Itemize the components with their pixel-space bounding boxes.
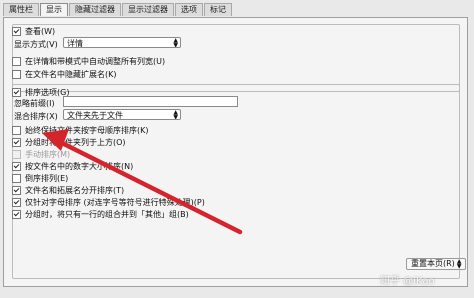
sort-option-row[interactable]: 按文件名中的数字大小排序(N) — [12, 161, 133, 172]
updown-icon: ▲ ▼ — [456, 258, 462, 270]
ignore-prefix-label: 忽略前缀(I) — [14, 99, 55, 108]
watermark: 知乎 @iKao — [380, 276, 435, 287]
merge-single-groups-checkbox[interactable] — [12, 210, 21, 219]
numeric-sort-checkbox[interactable] — [12, 162, 21, 171]
view-mode-label: 显示方式(V) — [14, 40, 58, 49]
sort-checkbox-row[interactable]: 排序选项(G) — [12, 87, 69, 98]
manual-sort-label: 手动排序(M) — [25, 150, 71, 159]
hide-ext-row[interactable]: 在文件名中隐藏扩展名(K) — [12, 69, 117, 80]
hide-ext-label: 在文件名中隐藏扩展名(K) — [25, 70, 117, 79]
merge-single-groups-label: 分组时，将只有一行的组合并到「其他」组(B) — [25, 210, 189, 219]
auto-width-row[interactable]: 在详情和带模式中自动调整所有列宽(U) — [12, 56, 165, 67]
mixed-sort-value: 文件夹先于文件 — [67, 111, 123, 120]
reset-page-button[interactable]: 重置本页(R) ▲ ▼ — [406, 258, 467, 270]
auto-width-label: 在详情和带模式中自动调整所有列宽(U) — [25, 57, 166, 66]
display-settings-panel: 查看(W) 显示方式(V) 详情 ▲ ▼ 在详情和带模式中自动调整所有列宽(U) … — [3, 17, 468, 287]
view-checkbox-label: 查看(W) — [25, 27, 56, 36]
sort-option-row[interactable]: 分组时，将只有一行的组合并到「其他」组(B) — [12, 209, 189, 220]
sort-option-row[interactable]: 倒序排列(E) — [12, 173, 68, 184]
separate-ext-checkbox[interactable] — [12, 186, 21, 195]
tab-attribute-bar[interactable]: 属性栏 — [3, 3, 39, 16]
ignore-prefix-input[interactable] — [63, 96, 238, 107]
alpha-only-label: 仅针对字母排序 (对连字号等符号进行特殊处理)(P) — [25, 198, 205, 207]
folders-alpha-label: 始终保持文件夹按字母顺序排序(K) — [25, 126, 149, 135]
sort-option-row[interactable]: 始终保持文件夹按字母顺序排序(K) — [12, 125, 149, 136]
view-checkbox-row[interactable]: 查看(W) — [12, 26, 55, 37]
tab-display[interactable]: 显示 — [40, 3, 68, 16]
reverse-sort-label: 倒序排列(E) — [25, 174, 69, 183]
tab-hide-filter[interactable]: 隐藏过滤器 — [69, 3, 121, 16]
hide-ext-checkbox[interactable] — [12, 70, 21, 79]
tab-bar: 属性栏 显示 隐藏过滤器 显示过滤器 选项 标记 — [3, 3, 233, 17]
numeric-sort-label: 按文件名中的数字大小排序(N) — [25, 162, 134, 171]
folders-on-top-label: 分组时将文件夹列于上方(O) — [25, 138, 126, 147]
alpha-only-checkbox[interactable] — [12, 198, 21, 207]
reverse-sort-checkbox[interactable] — [12, 174, 21, 183]
sort-checkbox[interactable] — [12, 88, 21, 97]
updown-icon: ▲ ▼ — [173, 109, 178, 120]
sort-option-row[interactable]: 仅针对字母排序 (对连字号等符号进行特殊处理)(P) — [12, 197, 205, 208]
tab-options[interactable]: 选项 — [175, 3, 203, 16]
auto-width-checkbox[interactable] — [12, 57, 21, 66]
tab-show-filter[interactable]: 显示过滤器 — [122, 3, 174, 16]
view-mode-value: 详情 — [67, 39, 83, 48]
view-checkbox[interactable] — [12, 27, 21, 36]
mixed-sort-label: 混合排序(X) — [14, 112, 58, 121]
folders-on-top-checkbox[interactable] — [12, 138, 21, 147]
sort-option-row[interactable]: 文件名和拓展名分开排序(T) — [12, 185, 124, 196]
updown-icon: ▲ ▼ — [173, 37, 178, 48]
sort-option-row[interactable]: 分组时将文件夹列于上方(O) — [12, 137, 126, 148]
mixed-sort-select[interactable]: 文件夹先于文件 ▲ ▼ — [63, 109, 181, 120]
view-mode-select[interactable]: 详情 ▲ ▼ — [63, 37, 181, 48]
folders-alpha-checkbox[interactable] — [12, 126, 21, 135]
manual-sort-checkbox — [12, 150, 21, 159]
tab-tags[interactable]: 标记 — [204, 3, 232, 16]
separate-ext-label: 文件名和拓展名分开排序(T) — [25, 186, 125, 195]
sort-option-row: 手动排序(M) — [12, 149, 70, 160]
